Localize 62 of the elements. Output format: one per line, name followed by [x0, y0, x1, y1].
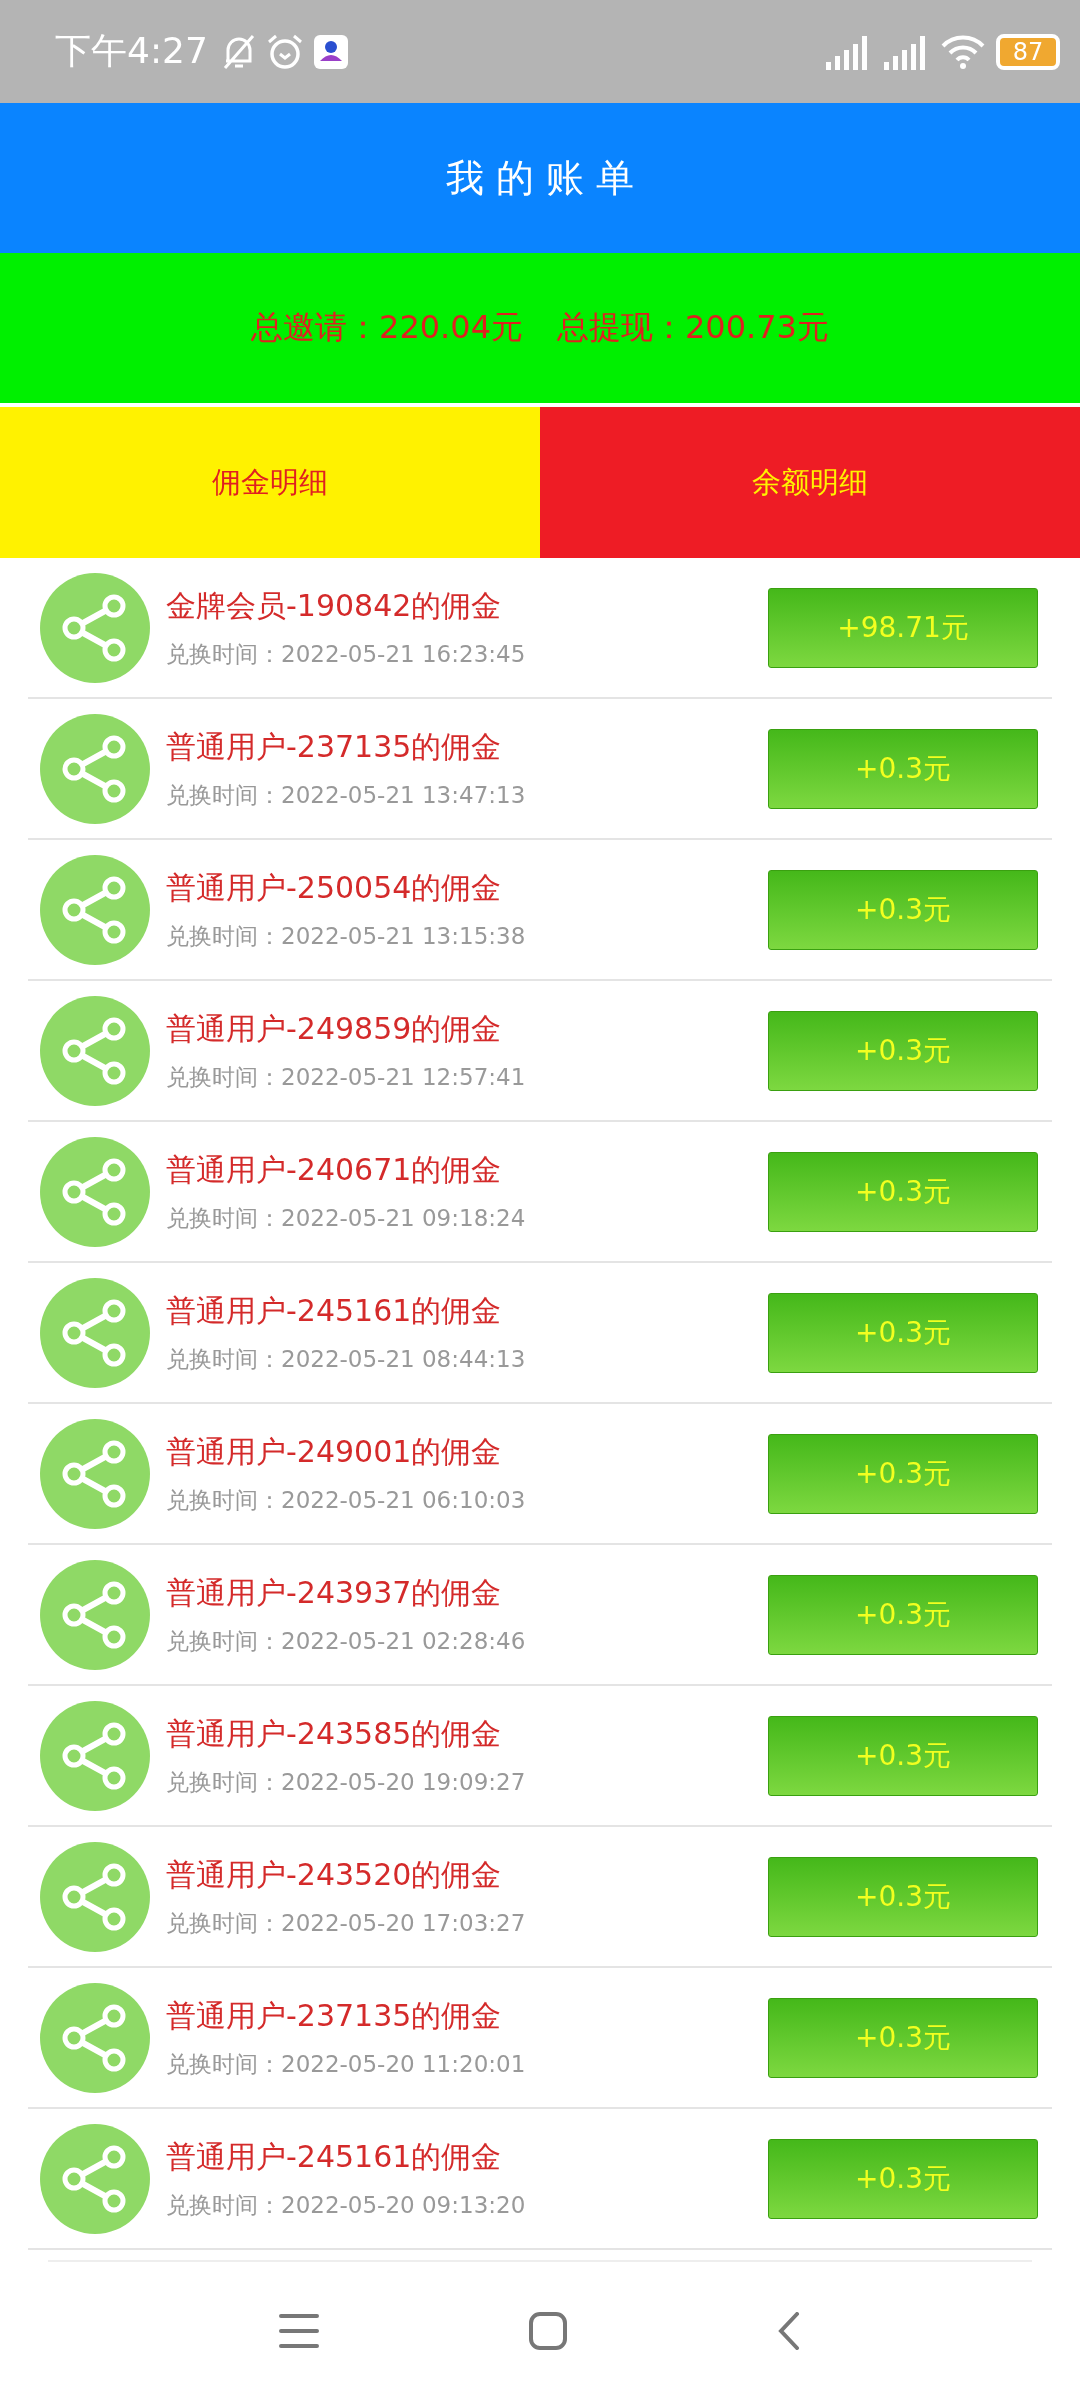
- record-title: 普通用户-245161的佣金: [166, 1291, 503, 1330]
- record-title: 普通用户-243585的佣金: [166, 1714, 503, 1753]
- record-title: 普通用户-243520的佣金: [166, 1855, 503, 1894]
- share-icon: [40, 995, 150, 1106]
- bell-off-icon: [221, 32, 256, 71]
- record-time: 兑换时间：2022-05-21 09:18:24: [166, 1203, 527, 1233]
- amount-button[interactable]: +0.3元: [768, 1151, 1038, 1232]
- share-icon: [40, 1841, 150, 1952]
- record-time: 兑换时间：2022-05-21 08:44:13: [166, 1344, 527, 1374]
- record-time: 兑换时间：2022-05-21 13:15:38: [166, 921, 527, 951]
- amount-button[interactable]: +0.3元: [768, 2138, 1038, 2219]
- total-invite: 总邀请：220.04元: [251, 307, 523, 348]
- record-title: 金牌会员-190842的佣金: [166, 586, 503, 625]
- menu-icon[interactable]: [279, 2313, 319, 2349]
- record-title: 普通用户-249859的佣金: [166, 1009, 503, 1048]
- share-icon: [40, 1277, 150, 1388]
- amount-button[interactable]: +0.3元: [768, 1715, 1038, 1796]
- record-title: 普通用户-237135的佣金: [166, 1996, 503, 2035]
- record-time: 兑换时间：2022-05-20 11:20:01: [166, 2049, 527, 2079]
- alarm-icon: [265, 32, 304, 71]
- amount-button[interactable]: +0.3元: [768, 1010, 1038, 1091]
- record-time: 兑换时间：2022-05-20 09:13:20: [166, 2190, 527, 2220]
- amount-button[interactable]: +98.71元: [768, 587, 1038, 668]
- amount-button[interactable]: +0.3元: [768, 1997, 1038, 2078]
- record-title: 普通用户-243937的佣金: [166, 1573, 503, 1612]
- record-time: 兑换时间：2022-05-21 02:28:46: [166, 1626, 527, 1656]
- amount-button[interactable]: +0.3元: [768, 1856, 1038, 1937]
- amount-button[interactable]: +0.3元: [768, 1433, 1038, 1514]
- share-icon: [40, 1136, 150, 1247]
- status-time: 下午4:27: [55, 29, 208, 73]
- record-time: 兑换时间：2022-05-21 06:10:03: [166, 1485, 527, 1515]
- record-title: 普通用户-237135的佣金: [166, 727, 503, 766]
- record-title: 普通用户-250054的佣金: [166, 868, 503, 907]
- record-time: 兑换时间：2022-05-20 19:09:27: [166, 1767, 527, 1797]
- record-time: 兑换时间：2022-05-21 12:57:41: [166, 1062, 527, 1092]
- app-icon: [313, 34, 348, 69]
- total-withdraw: 总提现：200.73元: [557, 307, 829, 348]
- record-title: 普通用户-249001的佣金: [166, 1432, 503, 1471]
- record-time: 兑换时间：2022-05-21 16:23:45: [166, 639, 527, 669]
- tab[interactable]: 余额明细: [540, 407, 1080, 558]
- share-icon: [40, 1418, 150, 1529]
- record-title: 普通用户-240671的佣金: [166, 1150, 503, 1189]
- share-icon: [40, 2123, 150, 2234]
- record-time: 兑换时间：2022-05-21 13:47:13: [166, 780, 527, 810]
- amount-button[interactable]: +0.3元: [768, 728, 1038, 809]
- share-icon: [40, 572, 150, 683]
- amount-button[interactable]: +0.3元: [768, 1292, 1038, 1373]
- wifi-icon: [940, 33, 986, 70]
- share-icon: [40, 1559, 150, 1670]
- tab[interactable]: 佣金明细: [0, 407, 540, 558]
- page-title: 我 的 账 单: [445, 154, 635, 202]
- back-icon[interactable]: [777, 2312, 801, 2350]
- amount-button[interactable]: +0.3元: [768, 869, 1038, 950]
- share-icon: [40, 713, 150, 824]
- record-time: 兑换时间：2022-05-20 17:03:27: [166, 1908, 527, 1938]
- share-icon: [40, 854, 150, 965]
- amount-button[interactable]: +0.3元: [768, 1574, 1038, 1655]
- record-title: 普通用户-245161的佣金: [166, 2137, 503, 2176]
- share-icon: [40, 1982, 150, 2093]
- home-icon[interactable]: [529, 2312, 567, 2350]
- battery-indicator: 87: [996, 33, 1060, 70]
- share-icon: [40, 1700, 150, 1811]
